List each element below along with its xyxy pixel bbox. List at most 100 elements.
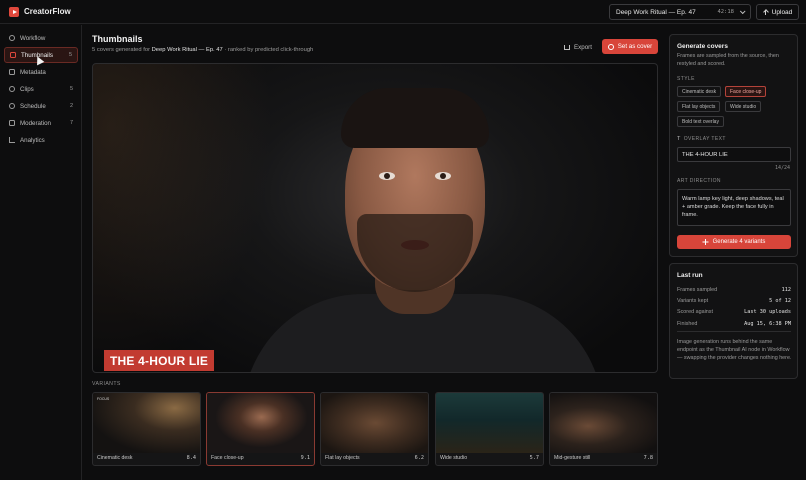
portrait-hair (341, 88, 489, 148)
style-chip-face-close-up[interactable]: Face close-up (725, 86, 767, 97)
sidebar-item-count: 2 (69, 103, 73, 109)
row-key: Variants kept (677, 297, 709, 304)
upload-icon (763, 9, 769, 16)
overlay-char-count: 14/24 (774, 165, 790, 171)
text-icon: T (677, 136, 681, 142)
episode-duration: 42:18 (717, 9, 734, 15)
style-chip-bold-text-overlay[interactable]: Bold text overlay (677, 116, 724, 127)
variant-card-mid-gesture-still[interactable]: Mid-gesture still 7.8 (549, 392, 658, 466)
set-as-cover-button[interactable]: Set as cover (602, 39, 658, 54)
variant-score: 9.1 (300, 455, 310, 461)
sidebar-item-moderation[interactable]: Moderation 7 (4, 115, 78, 131)
app-name: CreatorFlow (24, 7, 71, 16)
last-run-row: Finished Aug 15, 6:38 PM (677, 319, 791, 328)
clock-icon (9, 103, 15, 109)
chat-icon (9, 120, 15, 126)
variant-score: 8.4 (186, 455, 196, 461)
image-icon (10, 52, 16, 58)
sidebar-item-analytics[interactable]: Analytics (4, 132, 78, 148)
variant-thumbnail (93, 393, 200, 453)
lamp-glow (93, 64, 273, 372)
workflow-icon (9, 35, 15, 41)
sidebar-item-schedule[interactable]: Schedule 2 (4, 98, 78, 114)
divider (677, 331, 791, 332)
variant-score: 7.8 (643, 455, 653, 461)
last-run-row: Scored against Last 30 uploads (677, 307, 791, 316)
sidebar-item-label: Workflow (20, 34, 46, 42)
variant-card-flat-lay-objects[interactable]: Flat lay objects 6.2 (320, 392, 429, 466)
episode-title: Deep Work Ritual — Ep. 47 (616, 8, 696, 16)
sidebar-item-count: 7 (69, 120, 73, 126)
last-run-row: Variants kept 5 of 12 (677, 296, 791, 305)
style-label: STYLE (677, 76, 695, 82)
style-chip-wide-studio[interactable]: Wide studio (725, 101, 762, 112)
last-run-row: Frames sampled 112 (677, 285, 791, 294)
sidebar-item-label: Analytics (20, 136, 45, 144)
variant-card-cinematic-desk[interactable]: FOCUS Cinematic desk 8.4 (92, 392, 201, 466)
overlay-text-input[interactable]: THE 4-HOUR LIE (677, 147, 791, 162)
portrait-eye (435, 172, 451, 180)
generate-label: Generate 4 variants (712, 239, 766, 245)
portrait-mouth (401, 240, 429, 250)
sidebar-item-count: 5 (68, 52, 72, 58)
generate-variants-button[interactable]: Generate 4 variants (677, 235, 791, 249)
variant-thumbnail (550, 393, 657, 453)
check-circle-icon (607, 43, 614, 50)
sidebar-item-label: Clips (20, 85, 34, 93)
variant-thumbnail (436, 393, 543, 453)
sidebar-item-workflow[interactable]: Workflow (4, 30, 78, 46)
export-label: Export (574, 43, 592, 51)
variant-name: Wide studio (440, 455, 468, 461)
variants-label: VARIANTS (92, 381, 121, 387)
style-chip-cinematic-desk[interactable]: Cinematic desk (677, 86, 722, 97)
variant-name: Cinematic desk (97, 455, 133, 461)
row-value: 112 (781, 286, 791, 293)
overlay-text-label-text: OVERLAY TEXT (683, 136, 726, 142)
variant-name: Mid-gesture still (554, 455, 591, 461)
row-value: Last 30 uploads (744, 308, 791, 315)
sidebar-item-count: 5 (69, 86, 73, 92)
variant-score: 6.2 (414, 455, 424, 461)
bar-chart-icon (9, 137, 15, 143)
art-direction-label: ART DIRECTION (677, 178, 721, 184)
episode-select[interactable]: Deep Work Ritual — Ep. 47 42:18 (609, 4, 751, 20)
play-logo-icon (9, 6, 19, 17)
panel-description: Frames are sampled from the source, then… (677, 53, 779, 67)
style-chip-flat-lay-objects[interactable]: Flat lay objects (677, 101, 721, 112)
page-subtitle: 5 covers generated for Deep Work Ritual … (92, 47, 313, 53)
variant-name: Flat lay objects (325, 455, 360, 461)
cover-preview[interactable]: THE 4-HOUR LIE (92, 63, 658, 373)
overlay-text-label: T OVERLAY TEXT (677, 136, 726, 142)
sparkle-icon (703, 239, 709, 245)
variant-card-face-close-up[interactable]: Face close-up 9.1 (206, 392, 315, 466)
export-button[interactable]: Export (559, 40, 597, 54)
subtitle-suffix: · ranked by predicted click-through (222, 47, 314, 53)
overlay-text-badge: THE 4-HOUR LIE (104, 350, 215, 371)
top-bar: CreatorFlow Deep Work Ritual — Ep. 47 42… (0, 0, 806, 24)
sidebar-item-label: Moderation (20, 119, 51, 127)
variant-thumbnail (207, 393, 314, 453)
sidebar-item-label: Schedule (20, 102, 46, 110)
sidebar-item-metadata[interactable]: Metadata (4, 64, 78, 80)
chevron-down-icon (739, 8, 746, 15)
variant-score: 5.7 (529, 455, 539, 461)
brand[interactable]: CreatorFlow (9, 6, 71, 17)
row-key: Finished (677, 320, 698, 327)
art-direction-textarea[interactable]: Warm lamp key light, deep shadows, teal … (677, 189, 791, 226)
last-run-note: Image generation runs behind the same en… (677, 339, 792, 361)
upload-label: Upload (771, 8, 793, 16)
row-key: Frames sampled (677, 286, 718, 293)
export-icon (564, 44, 571, 50)
tag-icon (9, 69, 15, 75)
row-key: Scored against (677, 308, 713, 315)
sidebar-item-clips[interactable]: Clips 5 (4, 81, 78, 97)
page-title: Thumbnails (92, 34, 143, 44)
set-as-cover-label: Set as cover (617, 43, 653, 50)
variant-card-wide-studio[interactable]: Wide studio 5.7 (435, 392, 544, 466)
scissors-icon (9, 86, 15, 92)
row-value: Aug 15, 6:38 PM (744, 320, 791, 327)
variant-tag: FOCUS (97, 397, 110, 401)
portrait-eye (379, 172, 395, 180)
subtitle-prefix: 5 covers generated for (92, 47, 152, 53)
upload-button[interactable]: Upload (756, 4, 799, 20)
